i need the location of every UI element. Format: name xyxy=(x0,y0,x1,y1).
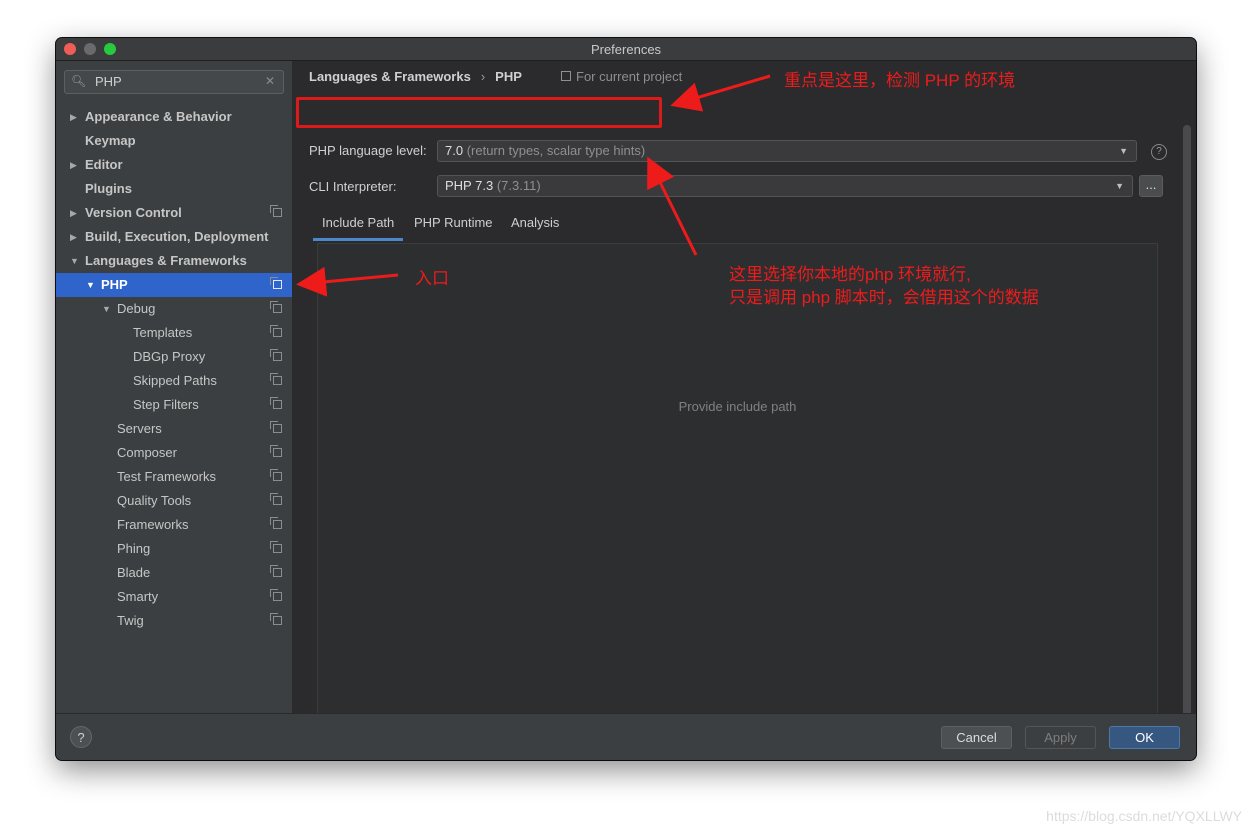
annotation-cli-line2: 只是调用 php 脚本时，会借用这个的数据 xyxy=(729,288,1039,307)
arrow-to-php-entry xyxy=(296,266,399,297)
annotation-arrows xyxy=(296,74,771,297)
watermark: https://blog.csdn.net/YQXLLWY xyxy=(1046,808,1242,824)
arrow-to-language-level xyxy=(670,74,771,112)
arrow-to-cli-interpreter xyxy=(647,156,698,256)
annotation-top: 重点是这里，检测 PHP 的环境 xyxy=(784,71,1016,90)
annotation-entry: 入口 xyxy=(415,269,449,288)
annotation-cli-line1: 这里选择你本地的php 环境就行, xyxy=(729,265,971,284)
